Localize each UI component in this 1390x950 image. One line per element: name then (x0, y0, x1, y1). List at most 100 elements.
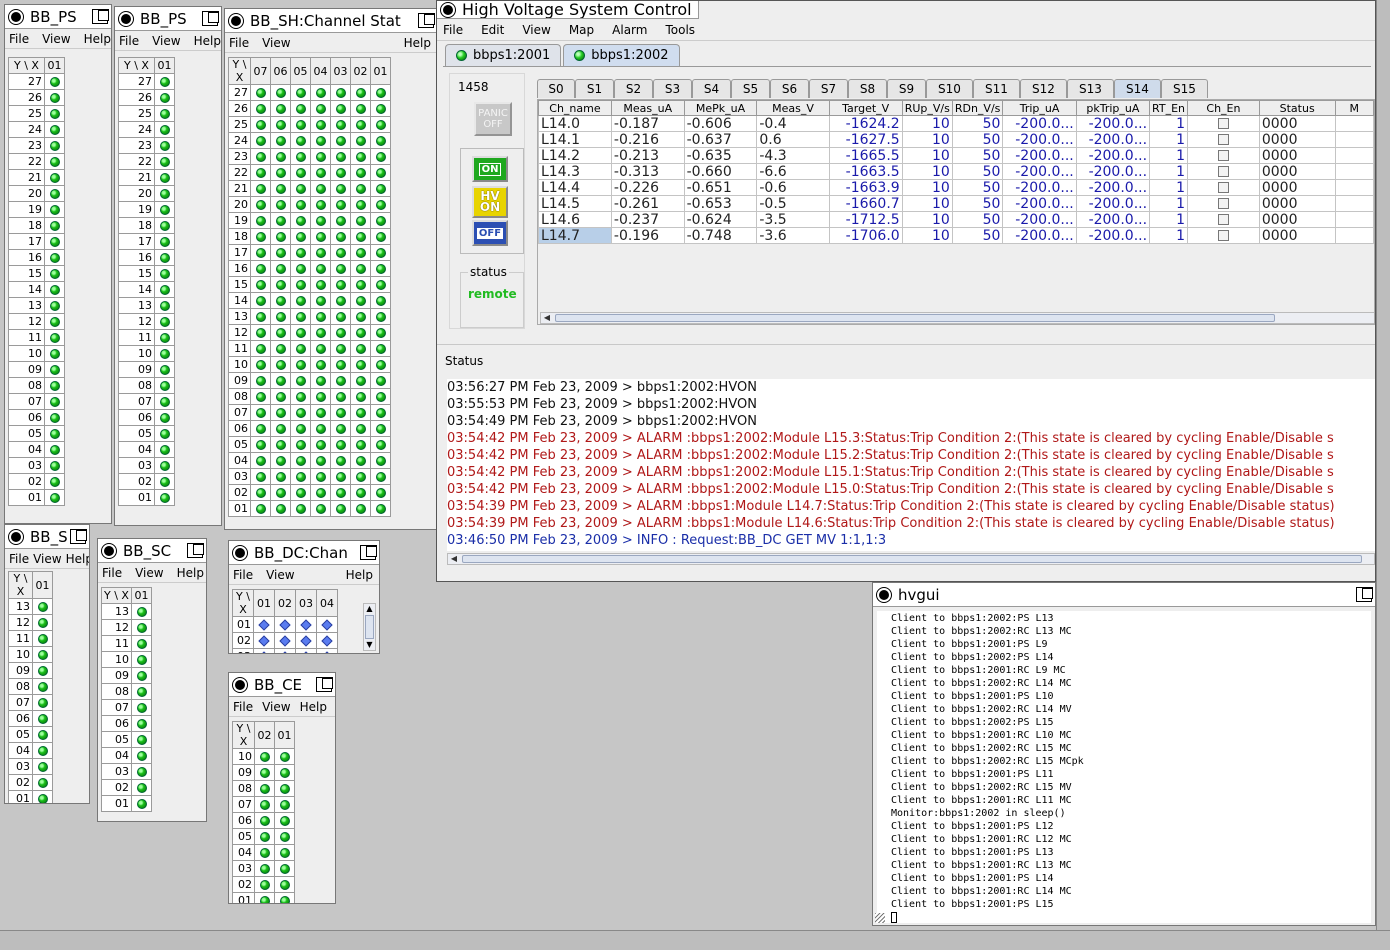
table-cell[interactable]: -200.0... (1075, 115, 1151, 132)
grid-cell[interactable] (270, 468, 291, 485)
grid-cell[interactable] (270, 420, 291, 437)
menu-edit[interactable]: Edit (481, 23, 504, 37)
tab-slot-s0[interactable]: S0 (537, 79, 575, 98)
grid-cell[interactable] (370, 84, 391, 101)
grid-cell[interactable] (131, 635, 152, 652)
grid-cell[interactable] (154, 217, 175, 234)
grid-cell[interactable] (253, 632, 275, 649)
grid-cell[interactable] (310, 420, 331, 437)
column-header[interactable]: pkTrip_uA (1075, 100, 1151, 116)
table-cell[interactable] (1187, 211, 1260, 228)
grid-cell[interactable] (290, 340, 311, 357)
menu-help[interactable]: Help (84, 32, 111, 46)
grid-cell[interactable] (154, 329, 175, 346)
grid-cell[interactable] (310, 372, 331, 389)
menu-file[interactable]: File (229, 36, 249, 50)
grid-cell[interactable] (310, 212, 331, 229)
column-header[interactable]: Meas_V (756, 100, 830, 116)
window-menu-icon[interactable] (102, 543, 116, 558)
table-cell[interactable]: 0000 (1258, 211, 1336, 228)
grid-cell[interactable] (350, 84, 371, 101)
tab-slot-s8[interactable]: S8 (848, 79, 887, 98)
grid-cell[interactable] (290, 116, 311, 133)
menu-file[interactable]: File (233, 568, 253, 582)
grid-cell[interactable] (310, 132, 331, 149)
grid-cell[interactable] (131, 715, 152, 732)
grid-cell[interactable] (370, 500, 391, 517)
grid-cell[interactable] (44, 281, 65, 298)
grid-cell[interactable] (270, 132, 291, 149)
table-cell[interactable] (1334, 211, 1374, 228)
grid-cell[interactable] (274, 780, 295, 797)
grid-cell[interactable] (370, 276, 391, 293)
grid-cell[interactable] (310, 292, 331, 309)
grid-cell[interactable] (154, 233, 175, 250)
grid-cell[interactable] (330, 180, 351, 197)
grid-cell[interactable] (250, 372, 271, 389)
grid-cell[interactable] (290, 404, 311, 421)
table-cell[interactable] (1187, 179, 1260, 196)
table-cell[interactable]: L14.5 (538, 195, 612, 212)
grid-cell[interactable] (44, 201, 65, 218)
table-cell[interactable]: 10 (901, 147, 953, 164)
title-bar[interactable]: hvgui (873, 583, 1375, 607)
table-cell[interactable]: -0.5 (756, 195, 830, 212)
grid-cell[interactable] (290, 244, 311, 261)
grid-cell[interactable] (154, 441, 175, 458)
table-cell[interactable]: -0.196 (610, 227, 685, 244)
grid-cell[interactable] (330, 260, 351, 277)
scroll-thumb[interactable] (365, 615, 374, 639)
table-cell[interactable]: -4.3 (756, 147, 830, 164)
grid-cell[interactable] (270, 84, 291, 101)
table-cell[interactable] (1187, 227, 1260, 244)
table-cell[interactable]: -0.606 (683, 115, 758, 132)
grid-cell[interactable] (131, 667, 152, 684)
title-bar[interactable]: BB_S (5, 525, 89, 549)
grid-cell[interactable] (254, 796, 275, 813)
table-cell[interactable]: -6.6 (756, 163, 830, 180)
grid-cell[interactable] (310, 228, 331, 245)
table-cell[interactable]: -200.0... (1075, 163, 1151, 180)
table-cell[interactable]: -0.660 (683, 163, 758, 180)
grid-cell[interactable] (290, 436, 311, 453)
grid-cell[interactable] (270, 340, 291, 357)
grid-cell[interactable] (32, 790, 53, 803)
grid-cell[interactable] (32, 758, 53, 775)
table-cell[interactable]: -200.0... (1002, 147, 1077, 164)
grid-cell[interactable] (44, 409, 65, 426)
grid-cell[interactable] (330, 388, 351, 405)
grid-cell[interactable] (330, 132, 351, 149)
grid-cell[interactable] (154, 105, 175, 122)
maximize-icon[interactable] (187, 543, 204, 558)
table-cell[interactable]: -200.0... (1002, 195, 1077, 212)
grid-cell[interactable] (32, 662, 53, 679)
table-cell[interactable]: -0.237 (610, 211, 685, 228)
grid-cell[interactable] (154, 137, 175, 154)
title-bar[interactable]: BB_PS (5, 5, 111, 29)
grid-cell[interactable] (350, 372, 371, 389)
grid-cell[interactable] (290, 212, 311, 229)
grid-cell[interactable] (254, 748, 275, 765)
grid-cell[interactable] (350, 484, 371, 501)
table-cell[interactable]: 50 (951, 163, 1004, 180)
menu-file[interactable]: File (102, 566, 122, 580)
table-cell[interactable]: -200.0... (1075, 227, 1151, 244)
grid-cell[interactable] (253, 648, 275, 653)
grid-cell[interactable] (32, 774, 53, 791)
grid-cell[interactable] (250, 276, 271, 293)
table-cell[interactable]: 50 (951, 227, 1004, 244)
menu-view[interactable]: View (522, 23, 550, 37)
window-menu-icon[interactable] (233, 545, 247, 560)
grid-cell[interactable] (310, 100, 331, 117)
table-cell[interactable]: 1 (1149, 115, 1189, 132)
menu-alarm[interactable]: Alarm (612, 23, 647, 37)
menu-map[interactable]: Map (569, 23, 594, 37)
resize-grip-icon[interactable] (875, 913, 885, 923)
grid-cell[interactable] (32, 630, 53, 647)
table-row[interactable]: L14.3 -0.313 -0.660 -6.6 -1663.5 10 50 -200.0..… (538, 163, 1374, 180)
grid-cell[interactable] (330, 356, 351, 373)
table-cell[interactable]: -200.0... (1002, 115, 1077, 132)
grid-cell[interactable] (290, 468, 311, 485)
menu-file[interactable]: File (443, 23, 463, 37)
menu-help[interactable]: Help (300, 700, 327, 714)
